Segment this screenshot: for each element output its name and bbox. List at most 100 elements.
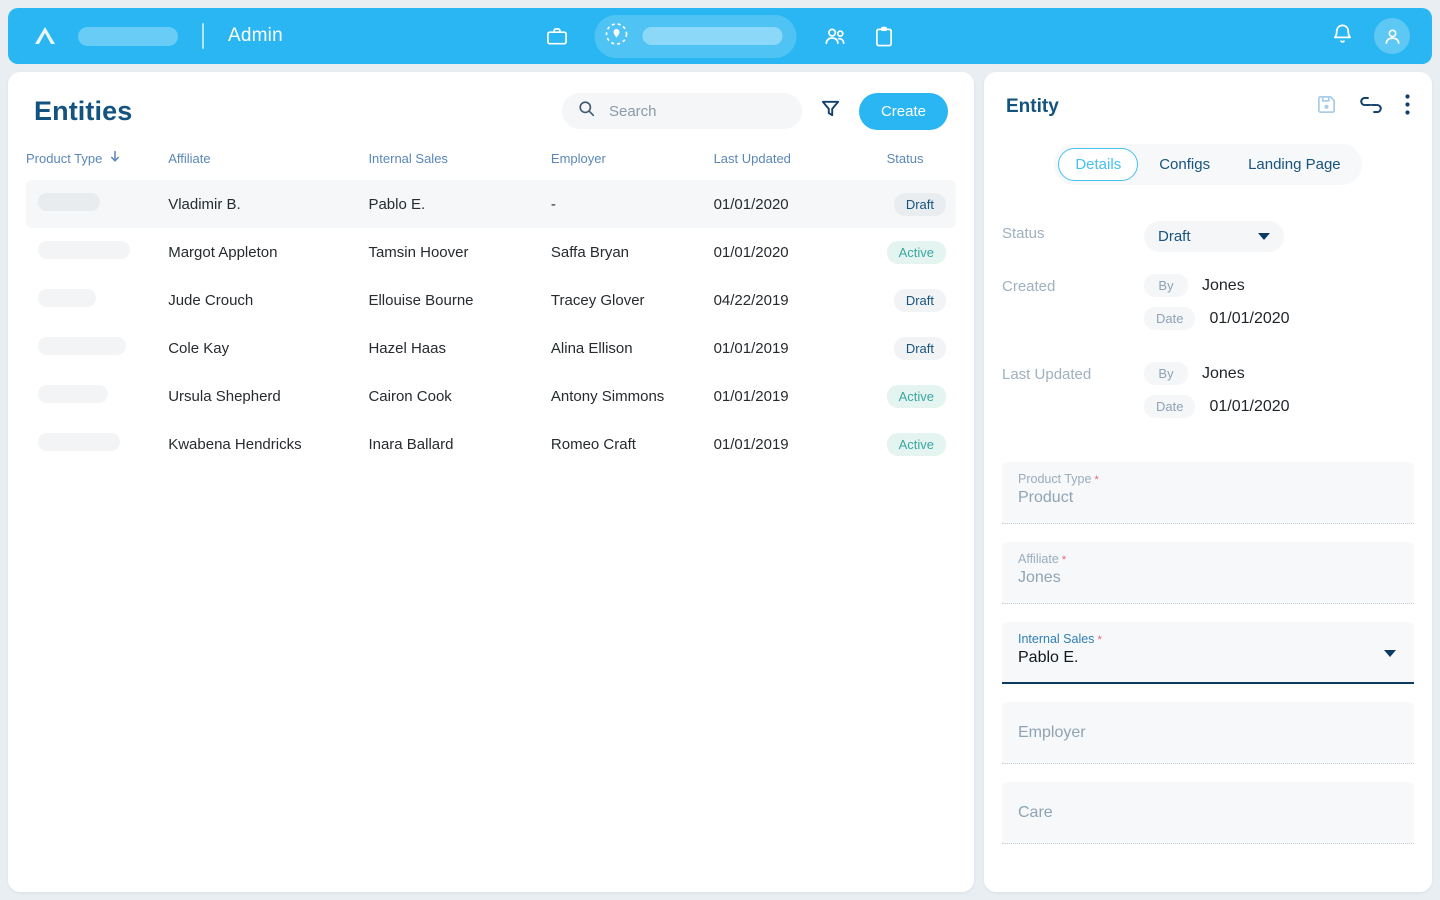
last-updated-by-line: By Jones [1144, 362, 1414, 385]
field-product-type-label: Product Type * [1018, 472, 1398, 486]
entity-detail-actions [1316, 94, 1410, 120]
filter-funnel-icon[interactable] [820, 98, 841, 124]
status-badge: Draft [893, 192, 946, 216]
field-internal-sales[interactable]: Internal Sales * Pablo E. [1002, 622, 1414, 684]
product-type-placeholder [38, 289, 96, 307]
created-date-line: Date 01/01/2020 [1144, 307, 1414, 330]
column-header-affiliate[interactable]: Affiliate [168, 150, 368, 180]
status-badge: Draft [893, 288, 946, 312]
column-header-status[interactable]: Status [887, 150, 956, 180]
field-affiliate[interactable]: Affiliate * Jones [1002, 542, 1414, 604]
cell-status: Draft [887, 276, 956, 324]
field-affiliate-label-text: Affiliate [1018, 552, 1059, 566]
entities-panel: Entities Search Create Product Type Affi… [8, 72, 974, 892]
field-internal-sales-label: Internal Sales * [1018, 632, 1398, 646]
clipboard-icon[interactable] [874, 25, 895, 48]
table-row[interactable]: Vladimir B. Pablo E. -01/01/2020 Draft [26, 180, 956, 228]
table-row[interactable]: Margot Appleton Tamsin Hoover Saffa Bryan 0… [26, 228, 956, 276]
search-placeholder-text: Search [608, 102, 657, 120]
field-care[interactable]: Care [1002, 782, 1414, 844]
created-label: Created [1002, 278, 1056, 295]
search-icon [578, 100, 595, 122]
product-type-placeholder [38, 193, 100, 211]
tab-configs[interactable]: Configs [1142, 148, 1227, 181]
created-date-chip: Date [1144, 307, 1196, 330]
table-row[interactable]: Jude Crouch Ellouise Bourne Tracey Glover 0… [26, 276, 956, 324]
tab-landing-page[interactable]: Landing Page [1231, 148, 1358, 181]
entity-detail-title: Entity [1006, 96, 1059, 117]
field-product-type-underline [1002, 523, 1414, 524]
table-row[interactable]: Ursula Shepherd Cairon Cook Antony Simmons… [26, 372, 956, 420]
created-by-line: By Jones [1144, 274, 1414, 297]
field-affiliate-label: Affiliate * [1018, 552, 1398, 566]
last-updated-date-chip: Date [1144, 395, 1196, 418]
table-row[interactable]: Kwabena Hendricks Inara Ballard Romeo Craf… [26, 420, 956, 468]
cell-internal-sales: Cairon Cook [368, 387, 452, 405]
topbar-left-group: Admin [30, 22, 283, 50]
global-search-placeholder [642, 27, 783, 45]
column-header-employer[interactable]: Employer [551, 150, 714, 180]
column-header-product-type[interactable]: Product Type [26, 150, 168, 180]
entity-detail-header: Entity [1000, 72, 1416, 142]
column-header-last-updated[interactable]: Last Updated [714, 150, 887, 180]
global-search-box[interactable] [594, 14, 797, 58]
top-navigation-bar: Admin [8, 8, 1432, 64]
entities-table-body: Vladimir B. Pablo E. -01/01/2020 Draft Margo… [26, 180, 956, 468]
required-asterisk-icon: * [1094, 634, 1102, 646]
bell-icon[interactable] [1331, 22, 1354, 51]
created-by-chip: By [1144, 274, 1188, 297]
last-updated-label: Last Updated [1002, 366, 1092, 383]
cell-last-updated: 01/01/2019 [713, 435, 789, 453]
save-floppy-icon[interactable] [1316, 94, 1337, 120]
cell-employer: Tracey Glover [550, 291, 645, 309]
link-icon[interactable] [1359, 96, 1383, 119]
field-employer[interactable]: Employer [1002, 702, 1414, 764]
cell-product-type [26, 180, 169, 228]
entity-meta-section: Status Draft Created By Jones Date 01/01… [1000, 221, 1416, 428]
chevron-down-icon [1258, 233, 1270, 240]
cloud-logo-icon[interactable] [30, 22, 60, 50]
status-select-value: Draft [1158, 228, 1191, 245]
more-vertical-icon[interactable] [1405, 94, 1410, 120]
cell-status: Active [886, 228, 956, 276]
people-icon[interactable] [823, 25, 848, 48]
briefcase-icon[interactable] [546, 25, 569, 48]
user-avatar-icon[interactable] [1374, 18, 1410, 54]
product-type-placeholder [38, 337, 126, 355]
last-updated-date-value: 01/01/2020 [1209, 397, 1290, 415]
field-internal-sales-chevron-down-icon[interactable] [1384, 650, 1396, 657]
cell-internal-sales: Pablo E. [368, 180, 551, 228]
entity-detail-panel: Entity Details Configs Landing Page Stat… [984, 72, 1432, 892]
location-pin-icon [605, 22, 629, 51]
product-type-placeholder [38, 433, 120, 451]
create-button[interactable]: Create [858, 92, 948, 130]
field-affiliate-underline [1002, 603, 1414, 604]
cell-internal-sales: Inara Ballard [368, 435, 454, 453]
cell-internal-sales: Hazel Haas [368, 339, 446, 357]
topbar-title: Admin [228, 25, 283, 46]
main-body: Entities Search Create Product Type Affi… [8, 72, 1432, 892]
cell-affiliate: Margot Appleton [168, 243, 278, 261]
cell-employer: - [550, 180, 714, 228]
table-row[interactable]: Cole Kay Hazel Haas Alina Ellison 01/01/201… [26, 324, 956, 372]
status-select[interactable]: Draft [1144, 221, 1284, 252]
topbar-center-group [546, 14, 895, 58]
status-badge: Active [886, 384, 946, 408]
product-type-placeholder [38, 241, 130, 259]
cell-last-updated: 04/22/2019 [713, 291, 789, 309]
cell-affiliate: Cole Kay [168, 339, 230, 357]
status-label: Status [1002, 225, 1045, 242]
topbar-divider [202, 23, 204, 49]
cell-affiliate: Vladimir B. [168, 180, 369, 228]
cell-status: Active [886, 372, 956, 420]
field-product-type[interactable]: Product Type * Product [1002, 462, 1414, 524]
search-input[interactable]: Search [561, 93, 802, 129]
column-header-internal-sales[interactable]: Internal Sales [368, 150, 550, 180]
tab-details[interactable]: Details [1058, 148, 1139, 181]
topbar-right-group [1331, 18, 1410, 54]
product-type-placeholder [38, 385, 108, 403]
cell-internal-sales: Ellouise Bourne [368, 291, 474, 309]
status-badge: Active [886, 240, 946, 264]
cell-employer: Antony Simmons [550, 387, 665, 405]
field-product-type-label-text: Product Type [1018, 472, 1092, 486]
